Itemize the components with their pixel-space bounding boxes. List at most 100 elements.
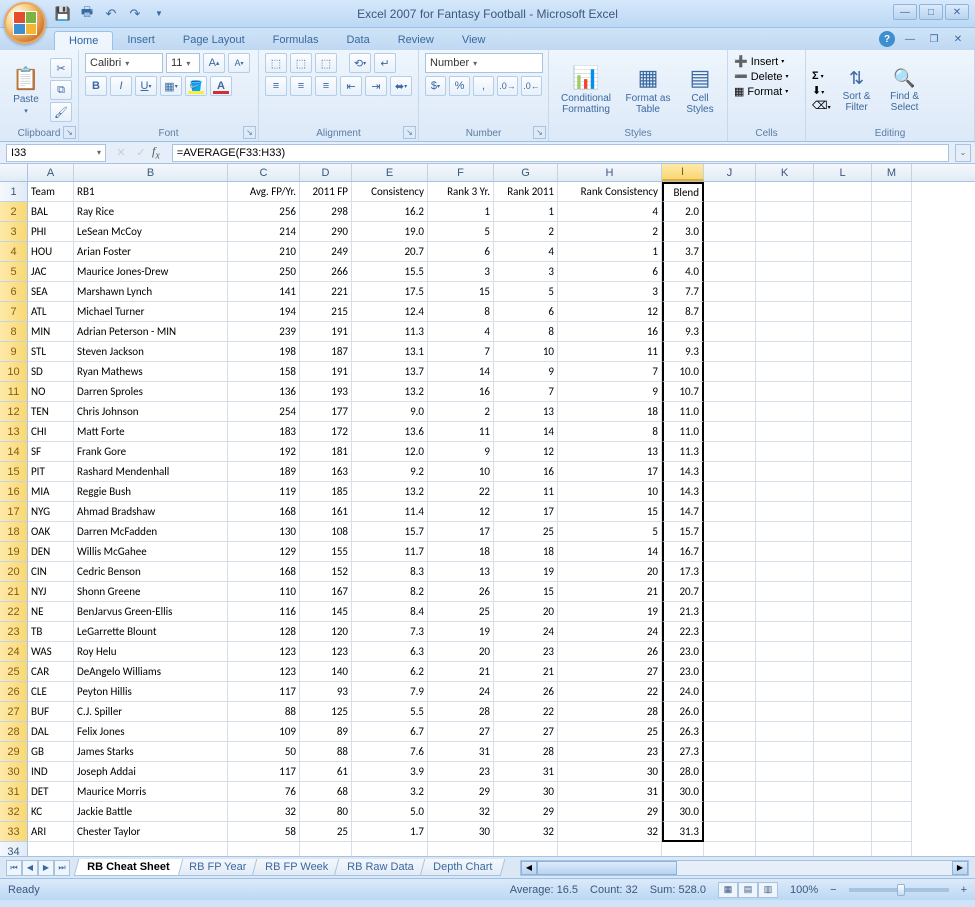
cell[interactable]: 145 <box>300 602 352 622</box>
cell[interactable]: 6 <box>494 302 558 322</box>
cell[interactable]: 117 <box>228 762 300 782</box>
column-header-K[interactable]: K <box>756 164 814 181</box>
cell[interactable]: 17 <box>428 522 494 542</box>
cell[interactable] <box>756 262 814 282</box>
cancel-formula-button[interactable]: ✕ <box>112 144 130 162</box>
cell[interactable] <box>814 342 872 362</box>
row-header[interactable]: 18 <box>0 522 28 542</box>
decrease-indent-button[interactable]: ⇤ <box>340 76 362 96</box>
cell[interactable]: NE <box>28 602 74 622</box>
column-header-A[interactable]: A <box>28 164 74 181</box>
cell[interactable] <box>814 502 872 522</box>
cell[interactable]: Cedric Benson <box>74 562 228 582</box>
cell[interactable]: James Starks <box>74 742 228 762</box>
cell[interactable]: 7.9 <box>352 682 428 702</box>
hscroll-left[interactable]: ◀ <box>521 861 537 875</box>
cell[interactable]: 191 <box>300 322 352 342</box>
cell[interactable]: 215 <box>300 302 352 322</box>
align-middle-button[interactable]: ⬚ <box>290 53 312 73</box>
cell[interactable]: 17.3 <box>662 562 704 582</box>
cell[interactable] <box>704 562 756 582</box>
cell[interactable]: 88 <box>300 742 352 762</box>
cell[interactable]: 24.0 <box>662 682 704 702</box>
tab-nav-prev[interactable]: ◀ <box>22 860 38 876</box>
header-cell[interactable] <box>704 182 756 202</box>
clipboard-launcher[interactable]: ↘ <box>63 126 76 139</box>
cell[interactable] <box>428 842 494 856</box>
cell[interactable]: 5 <box>558 522 662 542</box>
row-header[interactable]: 9 <box>0 342 28 362</box>
sort-filter-button[interactable]: ⇅Sort & Filter <box>835 53 879 127</box>
cell[interactable] <box>872 222 912 242</box>
cell[interactable]: Maurice Morris <box>74 782 228 802</box>
cell[interactable]: 19.0 <box>352 222 428 242</box>
cell[interactable] <box>814 422 872 442</box>
row-header[interactable]: 3 <box>0 222 28 242</box>
cell[interactable]: 15 <box>428 282 494 302</box>
cell[interactable] <box>872 842 912 856</box>
cell[interactable] <box>704 482 756 502</box>
cell[interactable]: 8.7 <box>662 302 704 322</box>
cell[interactable]: 24 <box>494 622 558 642</box>
cell[interactable]: 194 <box>228 302 300 322</box>
cell[interactable]: 12.4 <box>352 302 428 322</box>
cell[interactable] <box>814 402 872 422</box>
cell[interactable] <box>814 802 872 822</box>
cell[interactable] <box>704 762 756 782</box>
cell[interactable]: 14.7 <box>662 502 704 522</box>
cell[interactable] <box>300 842 352 856</box>
cell[interactable]: 22 <box>494 702 558 722</box>
cell[interactable]: 5 <box>428 222 494 242</box>
cell[interactable]: Adrian Peterson - MIN <box>74 322 228 342</box>
wrap-text-button[interactable]: ↵ <box>374 53 396 73</box>
cell[interactable]: 3 <box>428 262 494 282</box>
cell[interactable] <box>756 842 814 856</box>
cell[interactable]: 12 <box>558 302 662 322</box>
cell[interactable] <box>872 602 912 622</box>
cell[interactable]: BUF <box>28 702 74 722</box>
print-icon[interactable]: 🖶 <box>78 5 96 23</box>
cell[interactable] <box>704 662 756 682</box>
enter-formula-button[interactable]: ✓ <box>132 144 150 162</box>
header-cell[interactable] <box>814 182 872 202</box>
hscroll-right[interactable]: ▶ <box>952 861 968 875</box>
tab-home[interactable]: Home <box>54 31 113 50</box>
cell[interactable] <box>872 702 912 722</box>
cell[interactable]: Darren McFadden <box>74 522 228 542</box>
cell[interactable]: Steven Jackson <box>74 342 228 362</box>
zoom-in-button[interactable]: + <box>961 884 967 896</box>
view-normal-button[interactable]: ▦ <box>718 882 738 898</box>
cell[interactable]: 9 <box>558 382 662 402</box>
header-cell[interactable]: Rank 3 Yr. <box>428 182 494 202</box>
cell[interactable]: 31 <box>428 742 494 762</box>
cell[interactable]: 167 <box>300 582 352 602</box>
cell[interactable]: 2 <box>428 402 494 422</box>
cell[interactable]: TB <box>28 622 74 642</box>
header-cell[interactable]: Blend <box>662 182 704 202</box>
cell[interactable]: 11.0 <box>662 402 704 422</box>
cell[interactable]: 3.9 <box>352 762 428 782</box>
cell[interactable]: CIN <box>28 562 74 582</box>
row-header[interactable]: 25 <box>0 662 28 682</box>
cell[interactable]: SD <box>28 362 74 382</box>
cell[interactable] <box>872 582 912 602</box>
cell[interactable]: ARI <box>28 822 74 842</box>
cell[interactable]: Willis McGahee <box>74 542 228 562</box>
cell[interactable]: 28 <box>558 702 662 722</box>
fill-color-button[interactable]: 🪣 <box>185 76 207 96</box>
cell[interactable]: 31 <box>558 782 662 802</box>
cell[interactable]: 11.3 <box>352 322 428 342</box>
cell[interactable]: 13.2 <box>352 382 428 402</box>
tab-view[interactable]: View <box>448 31 500 50</box>
cell[interactable]: 108 <box>300 522 352 542</box>
insert-cells-button[interactable]: ➕Insert ▾ <box>734 55 799 68</box>
cell[interactable] <box>872 762 912 782</box>
sheet-tab[interactable]: RB FP Week <box>252 859 342 876</box>
office-button[interactable] <box>4 2 46 44</box>
cell[interactable]: 123 <box>228 642 300 662</box>
cell[interactable]: 11 <box>428 422 494 442</box>
cell[interactable]: STL <box>28 342 74 362</box>
cell[interactable] <box>756 302 814 322</box>
cell[interactable]: 17.5 <box>352 282 428 302</box>
cell[interactable]: 32 <box>494 822 558 842</box>
